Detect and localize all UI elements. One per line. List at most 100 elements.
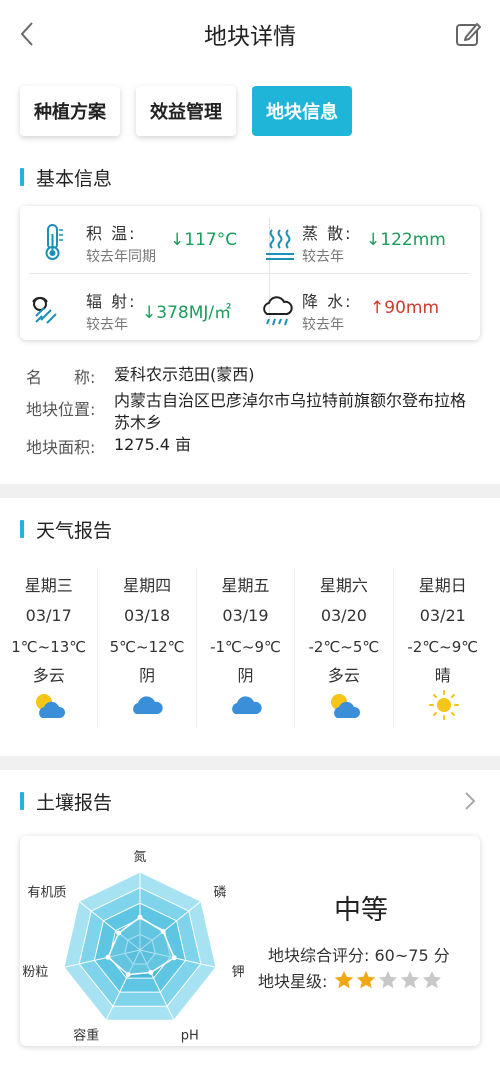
cloudy-icon bbox=[133, 696, 164, 714]
radar-point bbox=[160, 929, 166, 935]
forecast-condition: 阴 bbox=[237, 666, 254, 685]
radar-point bbox=[148, 969, 154, 975]
forecast-date: 03/19 bbox=[222, 606, 269, 625]
metric-label: 蒸 散: bbox=[302, 224, 353, 243]
forecast-day: 星期日 03/21 -2℃~9℃ 晴 bbox=[394, 568, 492, 728]
forecast-weekday: 星期日 bbox=[418, 576, 467, 595]
radar-axis-label: 钾 bbox=[232, 965, 245, 980]
metric-value: ↓122mm bbox=[366, 230, 446, 250]
rain-cloud-icon bbox=[263, 296, 293, 326]
metric-accumulated-temperature: 积 温: 较去年同期 ↓117°C bbox=[38, 214, 266, 274]
evaporation-icon bbox=[266, 229, 294, 260]
field-label: 地块位置: bbox=[26, 400, 96, 419]
star-label: 地块星级: bbox=[258, 972, 328, 991]
trend-down-arrow: ↓ bbox=[170, 230, 185, 250]
radar-axis-label: pH bbox=[181, 1029, 199, 1044]
forecast-date: 03/17 bbox=[25, 606, 72, 625]
radar-axis-label: 有机质 bbox=[27, 885, 66, 900]
radar-axis-label: 粉粒 bbox=[22, 965, 48, 980]
forecast-temp: -1℃~9℃ bbox=[210, 638, 281, 656]
tab-benefit-management[interactable]: 效益管理 bbox=[136, 86, 236, 136]
radar-axis-label: 氮 bbox=[133, 850, 146, 865]
field-location: 地块位置: 内蒙古自治区巴彦淖尔市乌拉特前旗额尔登布拉格苏木乡 bbox=[26, 390, 476, 434]
sunny-icon bbox=[428, 690, 459, 720]
radar-axis-label: 磷 bbox=[213, 885, 226, 900]
radar-point bbox=[125, 972, 131, 978]
back-arrow-icon[interactable] bbox=[14, 18, 42, 50]
star-empty-icon bbox=[423, 970, 442, 989]
metric-radiation: 辐 射: 较去年 ↓378MJ/㎡ bbox=[30, 282, 258, 342]
trend-up-arrow: ↑ bbox=[370, 298, 385, 318]
metric-value-text: 90mm bbox=[384, 298, 440, 318]
forecast-temp: -2℃~9℃ bbox=[407, 638, 479, 656]
metric-label: 降 水: bbox=[302, 292, 353, 311]
section-divider bbox=[0, 484, 500, 498]
radar-point bbox=[137, 914, 143, 920]
metric-evapotranspiration: 蒸 散: 较去年 ↓122mm bbox=[264, 214, 492, 274]
metric-compare-label: 较去年同期 bbox=[86, 249, 156, 265]
section-marker bbox=[20, 520, 24, 538]
forecast-date: 03/20 bbox=[320, 606, 367, 625]
field-label: 地块面积: bbox=[26, 438, 96, 457]
page-title: 地块详情 bbox=[204, 24, 296, 50]
metric-compare-label: 较去年 bbox=[86, 317, 128, 333]
section-soil-report[interactable]: 土壤报告 bbox=[20, 788, 112, 814]
forecast-weekday: 星期六 bbox=[319, 576, 368, 595]
metric-value: ↑90mm bbox=[370, 298, 439, 318]
trend-down-arrow: ↓ bbox=[142, 303, 157, 323]
section-basic-info: 基本信息 bbox=[20, 164, 112, 190]
partly-cloudy-icon bbox=[331, 694, 361, 718]
forecast-weekday: 星期五 bbox=[221, 576, 270, 595]
forecast-date: 03/18 bbox=[124, 606, 171, 625]
field-area: 地块面积: 1275.4 亩 bbox=[26, 434, 191, 458]
tab-bar: 种植方案 效益管理 地块信息 bbox=[20, 86, 352, 136]
metric-label: 积 温: bbox=[86, 224, 137, 243]
section-title-text: 基本信息 bbox=[36, 167, 113, 190]
partly-cloudy-icon bbox=[36, 694, 66, 718]
soil-score: 地块综合评分: 60~75 分 bbox=[268, 942, 450, 966]
soil-grade: 中等 bbox=[334, 895, 388, 926]
forecast-day: 星期四 03/18 5℃~12℃ 阴 bbox=[98, 568, 197, 728]
radar-point bbox=[171, 955, 177, 961]
star-list bbox=[333, 969, 443, 991]
tab-plot-info[interactable]: 地块信息 bbox=[252, 86, 352, 136]
field-value: 内蒙古自治区巴彦淖尔市乌拉特前旗额尔登布拉格苏木乡 bbox=[114, 391, 467, 432]
forecast-temp: -2℃~5℃ bbox=[308, 638, 380, 656]
metric-value: ↓117°C bbox=[170, 230, 237, 250]
star-filled-icon bbox=[335, 970, 354, 989]
chevron-right-icon[interactable] bbox=[462, 789, 478, 813]
weather-forecast: 星期三 03/17 1℃~13℃ 多云 星期四 03/18 5℃~12℃ 阴 星… bbox=[0, 568, 500, 728]
edit-icon[interactable] bbox=[454, 20, 482, 48]
radiation-icon bbox=[32, 296, 57, 324]
forecast-day: 星期三 03/17 1℃~13℃ 多云 bbox=[0, 568, 99, 728]
section-title-text: 天气报告 bbox=[36, 519, 113, 542]
forecast-condition: 多云 bbox=[327, 666, 360, 685]
metric-value-text: 378MJ/㎡ bbox=[156, 303, 232, 323]
radar-point bbox=[105, 954, 111, 960]
metric-compare-label: 较去年 bbox=[302, 317, 344, 333]
section-divider bbox=[0, 756, 500, 770]
metric-compare-label: 较去年 bbox=[302, 249, 344, 265]
field-label: 名 称: bbox=[26, 368, 96, 387]
star-empty-icon bbox=[379, 970, 398, 989]
radar-point bbox=[116, 930, 122, 936]
field-value: 1275.4 亩 bbox=[114, 435, 192, 454]
star-empty-icon bbox=[401, 970, 420, 989]
field-name: 名 称: 爱科农示范田(蒙西) bbox=[26, 364, 255, 388]
forecast-day: 星期五 03/19 -1℃~9℃ 阴 bbox=[197, 568, 296, 728]
trend-down-arrow: ↓ bbox=[366, 230, 381, 250]
star-filled-icon bbox=[357, 970, 376, 989]
radar-axis-label: 容重 bbox=[73, 1028, 99, 1044]
metric-value-text: 122mm bbox=[380, 230, 446, 250]
top-bar: 地块详情 bbox=[0, 0, 500, 68]
score-value: 60~75 分 bbox=[374, 946, 450, 965]
soil-star-rating: 地块星级: bbox=[258, 968, 443, 992]
section-marker bbox=[20, 792, 24, 810]
tab-planting-plan[interactable]: 种植方案 bbox=[20, 86, 120, 136]
metric-precipitation: 降 水: 较去年 ↑90mm bbox=[260, 282, 488, 342]
metric-label: 辐 射: bbox=[86, 292, 137, 311]
forecast-weekday: 星期三 bbox=[24, 576, 73, 595]
thermometer-icon bbox=[45, 224, 63, 260]
field-value: 爱科农示范田(蒙西) bbox=[114, 365, 255, 384]
forecast-condition: 多云 bbox=[32, 666, 65, 685]
